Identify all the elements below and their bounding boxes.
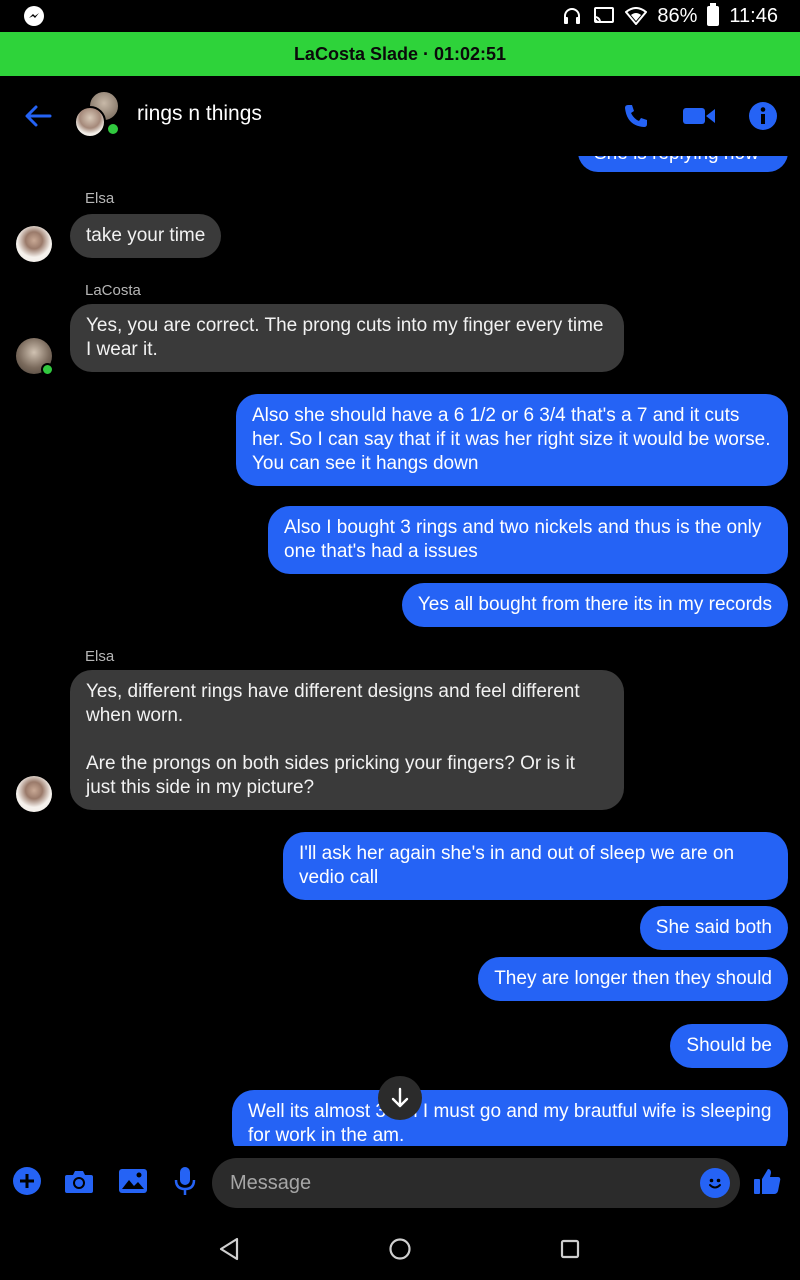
nav-recents-icon[interactable] [555,1234,585,1264]
info-icon[interactable] [745,98,781,134]
conversation-header: rings n things [0,76,800,156]
gallery-icon[interactable] [116,1164,150,1198]
emoji-icon[interactable] [700,1168,730,1198]
message-bubble[interactable]: Should be [670,1024,788,1068]
nav-home-icon[interactable] [385,1234,415,1264]
call-separator: · [422,43,429,64]
sender-name: Elsa [85,648,115,665]
headphones-icon [561,6,583,26]
status-bar: 86% 11:46 [0,0,800,32]
cast-icon [593,6,615,26]
message-bubble[interactable]: She is replying now [578,156,788,172]
clock: 11:46 [729,4,778,27]
battery-icon [707,3,720,26]
thumbs-up-icon[interactable] [750,1164,784,1198]
message-bubble[interactable]: Yes all bought from there its in my reco… [401,583,788,627]
nav-back-icon[interactable] [214,1234,244,1264]
message-composer [0,1146,800,1218]
online-indicator [41,363,54,376]
message-bubble[interactable]: Well its almost 3 am I must go and my br… [232,1090,788,1146]
sender-name: Elsa [85,190,115,207]
group-avatar[interactable] [72,90,124,142]
call-duration: 01:02:51 [433,43,507,64]
messenger-icon [24,6,44,26]
message-input[interactable] [212,1158,740,1208]
arrow-down-icon [391,1087,409,1108]
battery-percent: 86% [657,4,698,27]
message-bubble[interactable]: I'll ask her again she's in and out of s… [283,832,788,900]
wifi-icon [625,6,648,26]
online-indicator [106,122,120,136]
avatar[interactable] [16,776,52,812]
sender-name: LaCosta [85,282,141,299]
message-bubble[interactable]: Also she should have a 6 1/2 or 6 3/4 th… [236,394,788,486]
conversation-title[interactable]: rings n things [137,102,262,126]
message-thread[interactable]: She is replying now Elsa take your time … [0,156,800,1146]
ongoing-call-banner[interactable]: LaCosta Slade · 01:02:51 [0,32,800,76]
avatar[interactable] [16,226,52,262]
avatar[interactable] [16,338,54,376]
system-navigation-bar [0,1218,800,1280]
message-bubble[interactable]: take your time [70,214,222,258]
message-bubble[interactable]: Yes, you are correct. The prong cuts int… [70,304,624,372]
message-bubble[interactable]: Also I bought 3 rings and two nickels an… [268,506,788,574]
scroll-to-bottom-button[interactable] [378,1076,422,1120]
plus-icon[interactable] [10,1164,44,1198]
call-contact-name: LaCosta Slade [293,43,418,64]
message-bubble[interactable]: Yes, different rings have different desi… [70,670,624,810]
message-bubble[interactable]: They are longer then they should [478,957,788,1001]
video-call-icon[interactable] [681,98,717,134]
phone-call-icon[interactable] [618,98,654,134]
back-arrow-icon[interactable] [22,100,54,132]
camera-icon[interactable] [62,1164,96,1198]
microphone-icon[interactable] [168,1164,202,1198]
message-bubble[interactable]: She said both [639,906,788,950]
